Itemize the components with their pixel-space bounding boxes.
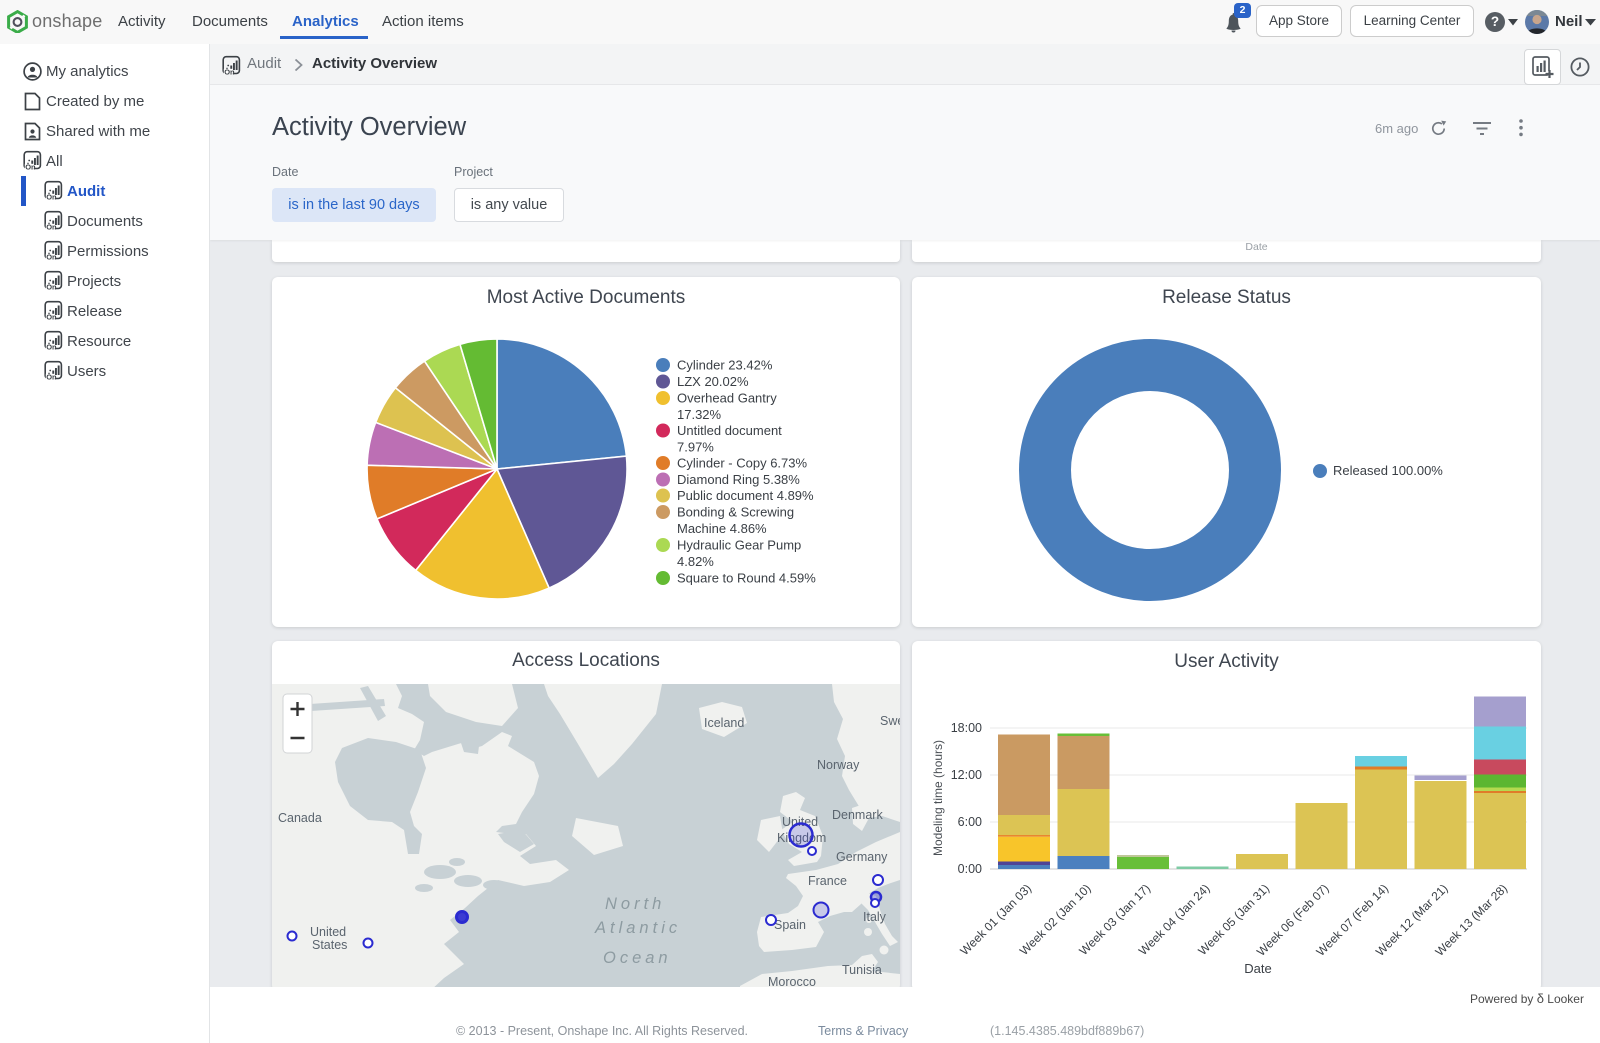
svg-text:North: North bbox=[605, 895, 665, 913]
svg-text:Italy: Italy bbox=[863, 910, 887, 924]
svg-text:States: States bbox=[312, 938, 347, 952]
svg-text:Norway: Norway bbox=[817, 758, 860, 772]
svg-text:Tunisia: Tunisia bbox=[842, 963, 882, 977]
svg-text:Denmark: Denmark bbox=[832, 808, 883, 822]
svg-text:12:00: 12:00 bbox=[951, 768, 982, 782]
svg-text:Untitled document: Untitled document bbox=[677, 423, 782, 438]
svg-text:7.97%: 7.97% bbox=[677, 440, 714, 455]
svg-text:Modeling time (hours): Modeling time (hours) bbox=[931, 740, 945, 856]
svg-text:0:00: 0:00 bbox=[958, 862, 982, 876]
svg-text:Iceland: Iceland bbox=[704, 716, 744, 730]
svg-text:6:00: 6:00 bbox=[958, 815, 982, 829]
svg-text:France: France bbox=[808, 874, 847, 888]
svg-text:Overhead Gantry: Overhead Gantry bbox=[677, 391, 777, 406]
svg-text:Bonding & Screwing: Bonding & Screwing bbox=[677, 505, 794, 520]
svg-text:LZX 20.02%: LZX 20.02% bbox=[677, 374, 749, 389]
svg-text:Square to Round 4.59%: Square to Round 4.59% bbox=[677, 571, 816, 586]
svg-text:United: United bbox=[310, 925, 346, 939]
svg-text:Canada: Canada bbox=[278, 811, 322, 825]
svg-text:Cylinder 23.42%: Cylinder 23.42% bbox=[677, 358, 773, 373]
svg-text:17.32%: 17.32% bbox=[677, 407, 722, 422]
svg-text:Swe: Swe bbox=[880, 714, 900, 728]
svg-text:Cylinder - Copy 6.73%: Cylinder - Copy 6.73% bbox=[677, 456, 807, 471]
svg-text:Ocean: Ocean bbox=[603, 949, 672, 967]
svg-text:4.82%: 4.82% bbox=[677, 554, 714, 569]
svg-text:Hydraulic Gear Pump: Hydraulic Gear Pump bbox=[677, 538, 801, 553]
svg-text:Atlantic: Atlantic bbox=[594, 919, 681, 937]
svg-text:Spain: Spain bbox=[774, 918, 806, 932]
svg-text:Date: Date bbox=[1244, 961, 1271, 976]
svg-text:Machine 4.86%: Machine 4.86% bbox=[677, 521, 767, 536]
svg-text:Diamond Ring 5.38%: Diamond Ring 5.38% bbox=[677, 472, 800, 487]
svg-text:Public document 4.89%: Public document 4.89% bbox=[677, 488, 814, 503]
svg-text:Germany: Germany bbox=[836, 850, 888, 864]
svg-text:18:00: 18:00 bbox=[951, 721, 982, 735]
